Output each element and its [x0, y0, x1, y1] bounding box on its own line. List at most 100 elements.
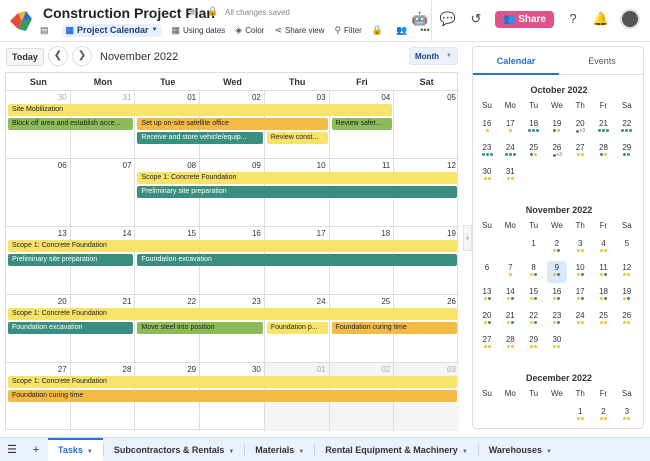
share-view-button[interactable]: ⋖ Share view	[274, 25, 324, 36]
day-cell[interactable]: 05	[394, 91, 459, 158]
sidebar-toggle-button[interactable]: ▤	[40, 25, 52, 36]
mini-day[interactable]: 1	[570, 405, 590, 427]
mini-day[interactable]: 13	[477, 285, 497, 307]
mini-day[interactable]: 4	[594, 237, 614, 259]
share-button[interactable]: 👥 Share	[494, 10, 554, 28]
mini-day[interactable]: 17	[500, 117, 520, 139]
mini-day[interactable]: 12	[617, 261, 637, 283]
mini-day[interactable]: 23	[547, 309, 567, 331]
calendar-event[interactable]: Receive and store vehicle/equip...	[137, 132, 263, 144]
view-selector[interactable]: ▦ Project Calendar ▼	[61, 23, 162, 37]
sheet-tab[interactable]: Tasks ▼	[48, 437, 103, 461]
mini-day[interactable]: 3	[570, 237, 590, 259]
menu-icon[interactable]: ☰	[0, 443, 24, 456]
chevron-down-icon[interactable]: ▼	[546, 449, 552, 455]
mini-day[interactable]: 22	[524, 309, 544, 331]
history-icon[interactable]: ↺	[467, 10, 485, 28]
chevron-down-icon[interactable]: ▼	[462, 449, 468, 455]
mini-day[interactable]: 21	[500, 309, 520, 331]
mini-day[interactable]: 17	[570, 285, 590, 307]
mini-day[interactable]: 3	[617, 405, 637, 427]
calendar-event[interactable]: Preliminary site preparation	[137, 186, 457, 198]
calendar-event[interactable]: Review const...	[266, 132, 328, 144]
next-month-button[interactable]: ❯	[72, 46, 92, 66]
mini-day[interactable]: 30	[547, 333, 567, 355]
add-sheet-icon[interactable]: +	[24, 444, 48, 456]
calendar-event[interactable]: Review safet...	[331, 118, 393, 130]
mini-day[interactable]: 27	[477, 333, 497, 355]
mini-day[interactable]: 27	[570, 141, 590, 163]
sheet-tab[interactable]: Materials ▼	[245, 438, 314, 461]
sheet-tab[interactable]: Rental Equipment & Machinery ▼	[315, 438, 477, 461]
mini-day[interactable]: 26	[617, 309, 637, 331]
mini-day[interactable]: 31	[500, 165, 520, 187]
calendar-event[interactable]: Preliminary site preparation	[8, 254, 134, 266]
calendar-event[interactable]: Foundation curing time	[331, 322, 457, 334]
mini-day[interactable]: 2	[547, 237, 567, 259]
sheet-tab[interactable]: Subcontractors & Rentals ▼	[104, 438, 244, 461]
mini-day[interactable]: 21	[594, 117, 614, 139]
star-icon[interactable]: ★	[187, 5, 198, 19]
tab-events[interactable]: Events	[559, 56, 643, 66]
comment-icon[interactable]: 💬	[439, 10, 457, 28]
today-button[interactable]: Today	[6, 48, 44, 66]
bell-icon[interactable]: 🔔	[592, 10, 610, 28]
help-icon[interactable]: ?	[564, 10, 582, 28]
mini-day[interactable]: 20	[477, 309, 497, 331]
calendar-event[interactable]: Foundation curing time	[8, 390, 457, 402]
mini-day[interactable]: 6	[477, 261, 497, 283]
mini-day[interactable]: 24	[570, 309, 590, 331]
avatar[interactable]	[620, 9, 640, 29]
mini-day[interactable]: 19	[547, 117, 567, 139]
mini-day[interactable]: 2	[594, 405, 614, 427]
mini-day[interactable]: 14	[500, 285, 520, 307]
mini-day[interactable]: 22	[617, 117, 637, 139]
mini-day[interactable]: 30	[477, 165, 497, 187]
chevron-down-icon[interactable]: ▼	[87, 449, 93, 455]
using-dates-button[interactable]: ▦ Using dates	[172, 25, 226, 36]
lock-view-button[interactable]: 🔒	[372, 25, 386, 36]
mini-day[interactable]: 19	[617, 285, 637, 307]
prev-month-button[interactable]: ❮	[48, 46, 68, 66]
mini-day[interactable]: 18	[524, 117, 544, 139]
mini-day[interactable]: 9	[546, 261, 567, 283]
calendar-event[interactable]: Foundation p...	[266, 322, 328, 334]
mini-day[interactable]: 25	[524, 141, 544, 163]
tab-calendar[interactable]: Calendar	[473, 56, 559, 66]
calendar-event[interactable]: Set up on-site satellite office	[137, 118, 328, 130]
bot-icon[interactable]: 🤖	[411, 10, 429, 28]
mini-day[interactable]: 1	[524, 237, 544, 259]
calendar-event[interactable]: Scope 1: Concrete Foundation	[8, 376, 457, 388]
chevron-down-icon[interactable]: ▼	[228, 449, 234, 455]
calendar-event[interactable]: Move steel into position	[137, 322, 263, 334]
mini-day[interactable]: 29	[617, 141, 637, 163]
chevron-down-icon[interactable]: ▼	[298, 449, 304, 455]
color-button[interactable]: ◈ Color	[235, 25, 264, 36]
mini-day[interactable]: 29	[524, 333, 544, 355]
calendar-event[interactable]: Foundation excavation	[8, 322, 134, 334]
calendar-event[interactable]: Scope 1: Concrete Foundation	[137, 172, 457, 184]
mini-day[interactable]: 28	[594, 141, 614, 163]
mini-day[interactable]: 10	[570, 261, 590, 283]
day-cell[interactable]: 06	[6, 159, 71, 226]
mini-day[interactable]: 28	[500, 333, 520, 355]
mini-day[interactable]: 15	[524, 285, 544, 307]
lock-icon[interactable]: 🔒	[207, 6, 218, 17]
mini-day[interactable]: 18	[594, 285, 614, 307]
mini-day[interactable]: 20 +3	[570, 117, 590, 139]
filter-button[interactable]: ⚲ Filter	[334, 25, 361, 36]
calendar-event[interactable]: Site Mobilization	[8, 104, 393, 116]
calendar-event[interactable]: Scope 1: Concrete Foundation	[8, 308, 457, 320]
mini-day[interactable]: 5	[617, 237, 637, 259]
mini-day[interactable]: 8	[524, 261, 544, 283]
mini-day[interactable]: 16	[547, 285, 567, 307]
mini-day[interactable]: 16	[477, 117, 497, 139]
mini-day[interactable]: 7	[500, 261, 520, 283]
app-logo-icon[interactable]	[8, 9, 34, 33]
mini-day[interactable]: 24	[500, 141, 520, 163]
collapse-panel-button[interactable]: ›	[463, 225, 472, 251]
sheet-tab[interactable]: Warehouses ▼	[479, 438, 562, 461]
day-cell[interactable]: 07	[71, 159, 136, 226]
view-mode-select[interactable]: Month ▼	[409, 47, 458, 65]
mini-day[interactable]: 25	[594, 309, 614, 331]
